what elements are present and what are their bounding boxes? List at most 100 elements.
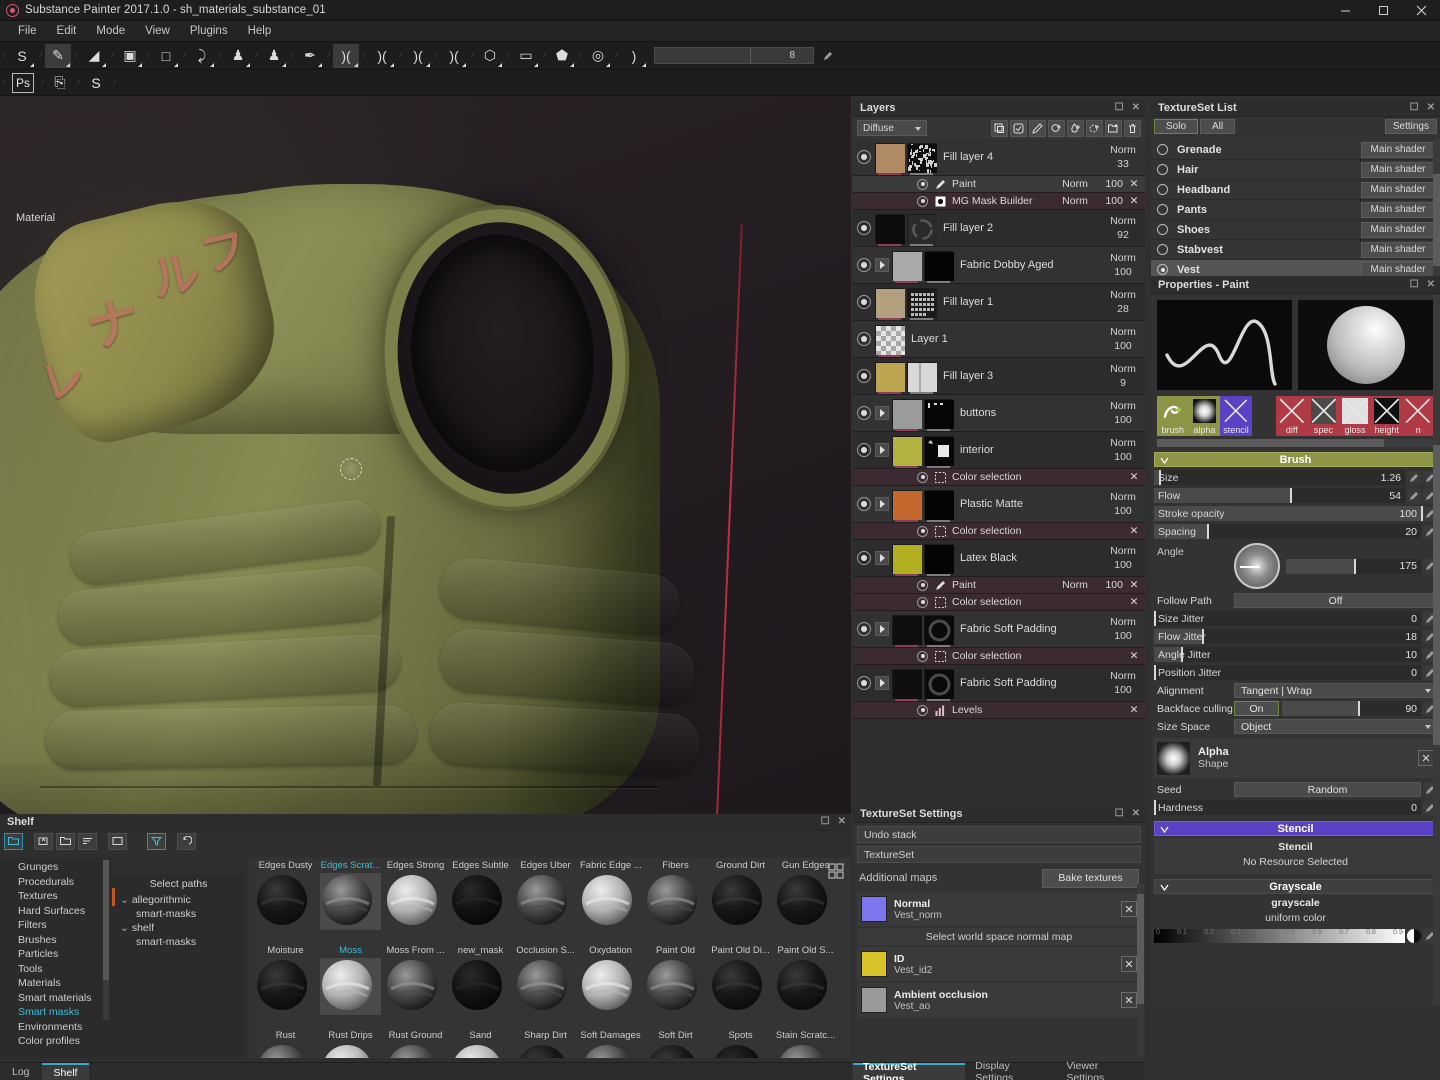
color-picker-tool[interactable]: ✒: [297, 44, 323, 68]
menu-view[interactable]: View: [135, 21, 180, 42]
channel-chip-n[interactable]: n: [1402, 396, 1434, 436]
shelf-resource-item[interactable]: Sand: [450, 1030, 511, 1058]
channel-chip-diff[interactable]: diff: [1276, 396, 1308, 436]
close-button[interactable]: [1402, 0, 1440, 21]
layer-mask-thumbnail[interactable]: [907, 214, 936, 243]
add-folder-icon[interactable]: [1105, 120, 1122, 137]
shelf-resource-item[interactable]: Spots: [710, 1030, 771, 1058]
grayscale-color-swatch[interactable]: [1407, 929, 1421, 943]
channel-chips-scrollbar[interactable]: [1157, 439, 1434, 447]
eraser-tool[interactable]: ◢: [81, 44, 107, 68]
shelf-resource-item[interactable]: Edges Strong: [385, 860, 446, 930]
list-item[interactable]: Color selection✕: [853, 523, 1145, 540]
layer-folder-toggle[interactable]: [875, 551, 889, 565]
shelf-category-brushes[interactable]: Brushes: [0, 933, 112, 948]
layer-folder-toggle[interactable]: [875, 497, 889, 511]
tss-float-button[interactable]: ☐: [1115, 809, 1124, 819]
effect-remove-button[interactable]: ✕: [1123, 178, 1145, 190]
shelf-resource-item[interactable]: Rust Drips: [320, 1030, 381, 1058]
effect-remove-button[interactable]: ✕: [1123, 471, 1145, 483]
map-row[interactable]: NormalVest_norm✕: [857, 892, 1141, 926]
add-fill-layer-icon[interactable]: [1048, 120, 1065, 137]
stroke-opacity-slider[interactable]: Stroke opacity100: [1154, 506, 1421, 521]
hardness-slider[interactable]: Hardness 0: [1154, 800, 1421, 815]
stencil-section-header[interactable]: Stencil: [1154, 821, 1437, 836]
brush-size-pen-icon[interactable]: [815, 44, 841, 68]
brush-section-header[interactable]: Brush: [1154, 452, 1437, 467]
shelf-resource-item[interactable]: new_mask: [450, 945, 511, 1015]
shelf-resource-item[interactable]: Edges Uber: [515, 860, 576, 930]
shelf-path-tree[interactable]: Select paths ⌄allegorithmicsmart-masks⌄s…: [112, 874, 245, 1058]
2d3d-view-icon[interactable]: ⬟: [549, 44, 575, 68]
shelf-resource-item[interactable]: Stain Scratc...: [775, 1030, 836, 1058]
textureset-settings-button[interactable]: Settings: [1385, 119, 1437, 134]
layer-thumbnail[interactable]: [892, 251, 921, 280]
layer-thumbnail[interactable]: [892, 669, 921, 698]
layer-thumbnail[interactable]: [892, 615, 921, 644]
blend-tool[interactable]: )(: [441, 44, 467, 68]
shelf-resource-item[interactable]: Edges Subtle: [450, 860, 511, 930]
shelf-resource-item[interactable]: Soft Dirt: [645, 1030, 706, 1058]
layer-visibility-toggle[interactable]: [857, 443, 871, 457]
size-space-select[interactable]: Object: [1234, 719, 1437, 734]
layer-thumbnail[interactable]: [892, 399, 921, 428]
shelf-folder-icon[interactable]: [4, 833, 23, 850]
size-slider[interactable]: Size1.26: [1154, 470, 1405, 485]
channel-chip-spec[interactable]: spec: [1308, 396, 1340, 436]
layer-thumbnail[interactable]: [892, 544, 921, 573]
layer-thumbnail[interactable]: [875, 143, 904, 172]
list-item[interactable]: Levels✕: [853, 702, 1145, 719]
angle-jitter-slider[interactable]: Angle Jitter10: [1154, 647, 1421, 662]
undo-stack-field[interactable]: Undo stack: [857, 826, 1141, 843]
shelf-tree-item[interactable]: ⌄shelf: [112, 921, 245, 935]
shader-select[interactable]: Main shader: [1361, 222, 1435, 238]
tab-viewer-settings[interactable]: Viewer Settings: [1056, 1063, 1145, 1080]
shelf-resource-item[interactable]: Paint Old Di...: [710, 945, 771, 1015]
properties-float-button[interactable]: ☐: [1410, 280, 1419, 290]
list-item[interactable]: GrenadeMain shader: [1151, 140, 1440, 160]
shelf-resource-item[interactable]: Rust Ground: [385, 1030, 446, 1058]
property-pen-icon[interactable]: [1407, 489, 1421, 503]
tss-close-button[interactable]: ✕: [1132, 809, 1140, 819]
smudge-tool[interactable]: ♟: [261, 44, 287, 68]
table-row[interactable]: Plastic MatteNorm100: [853, 486, 1145, 523]
add-filter-icon[interactable]: [1010, 120, 1027, 137]
layer-mask-thumbnail[interactable]: [924, 436, 953, 465]
table-row[interactable]: Fabric Soft PaddingNorm100: [853, 665, 1145, 702]
layers-float-button[interactable]: ☐: [1115, 103, 1124, 113]
shelf-resource-item[interactable]: Moss From ...: [385, 945, 446, 1015]
shelf-category-materials[interactable]: Materials: [0, 976, 112, 991]
position-jitter-slider[interactable]: Position Jitter0: [1154, 665, 1421, 680]
shelf-category-smart-materials[interactable]: Smart materials: [0, 991, 112, 1006]
effect-visibility-toggle[interactable]: [917, 196, 928, 207]
list-item[interactable]: PaintNorm100✕: [853, 176, 1145, 193]
layer-thumbnail[interactable]: [875, 288, 904, 317]
layer-folder-toggle[interactable]: [875, 406, 889, 420]
shelf-tree-item[interactable]: smart-masks: [112, 907, 245, 921]
environment-icon[interactable]: ◎: [585, 44, 611, 68]
shelf-tree-item[interactable]: ⌄allegorithmic: [112, 893, 245, 907]
tss-scrollbar[interactable]: [1137, 884, 1144, 1056]
textureset-items[interactable]: GrenadeMain shaderHairMain shaderHeadban…: [1151, 140, 1440, 276]
tab-log[interactable]: Log: [0, 1063, 42, 1080]
add-paint-layer-icon[interactable]: [1029, 120, 1046, 137]
symmetry-tool[interactable]: )(: [369, 44, 395, 68]
resource-chip-stencil[interactable]: stencil: [1220, 396, 1252, 436]
export-textures-icon[interactable]: ⎘: [47, 71, 73, 95]
effect-remove-button[interactable]: ✕: [1123, 596, 1145, 608]
table-row[interactable]: Fill layer 1Norm28: [853, 284, 1145, 321]
layer-mask-thumbnail[interactable]: [924, 615, 953, 644]
grayscale-gradient-bar[interactable]: 00.10.20.30.40.50.60.70.80.9: [1154, 929, 1405, 943]
angle-slider[interactable]: 175: [1286, 559, 1421, 574]
table-row[interactable]: Fabric Dobby AgedNorm100: [853, 247, 1145, 284]
add-anchor-icon[interactable]: [1086, 120, 1103, 137]
add-generator-icon[interactable]: [1067, 120, 1084, 137]
channel-chip-height[interactable]: height: [1371, 396, 1403, 436]
shelf-category-filters[interactable]: Filters: [0, 918, 112, 933]
layer-visibility-toggle[interactable]: [857, 497, 871, 511]
all-button[interactable]: All: [1200, 119, 1235, 134]
map-remove-button[interactable]: ✕: [1121, 901, 1137, 917]
shelf-filter-icon[interactable]: [147, 833, 166, 850]
list-item[interactable]: HeadbandMain shader: [1151, 180, 1440, 200]
shelf-resource-item[interactable]: Paint Old: [645, 945, 706, 1015]
